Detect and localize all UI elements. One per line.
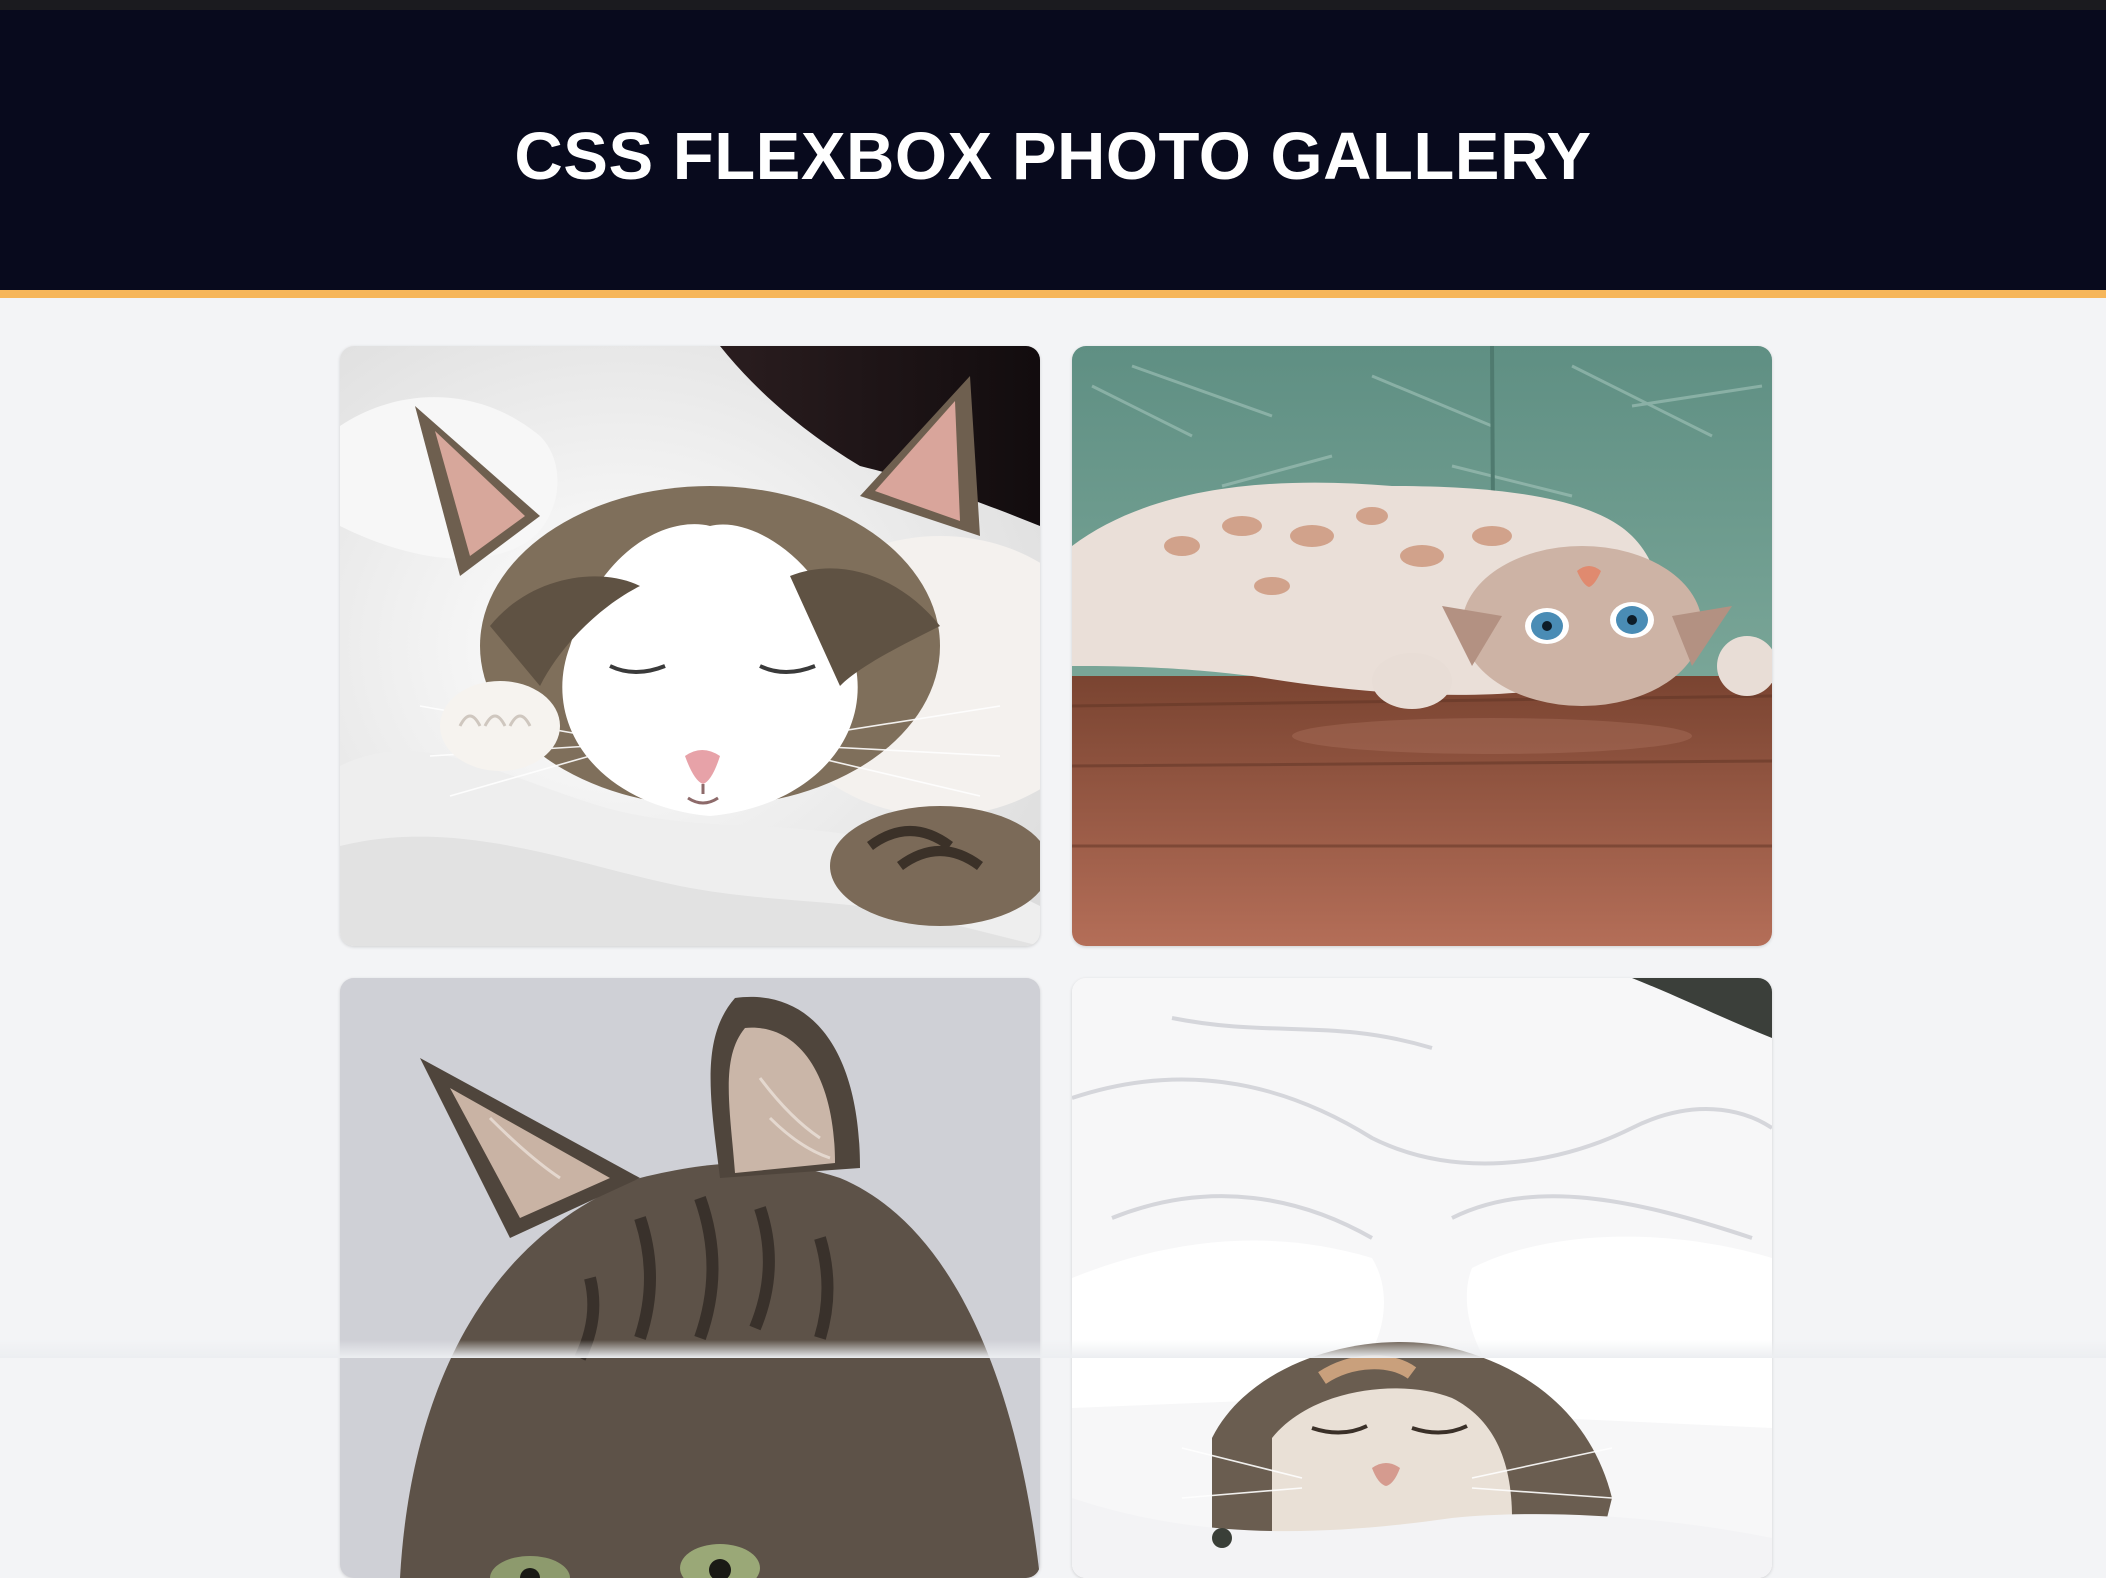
- tabby-closeup-image: [340, 978, 1040, 1578]
- cat-under-duvet-image: [1072, 978, 1772, 1578]
- gallery-photo-4[interactable]: [1072, 978, 1772, 1578]
- page-header: CSS FLEXBOX PHOTO GALLERY: [0, 10, 2106, 298]
- gallery-photo-1[interactable]: [340, 346, 1040, 946]
- window-top-edge: [0, 0, 2106, 10]
- bottom-edge-shadow: [0, 1340, 2106, 1358]
- sleeping-cat-image: [340, 346, 1040, 946]
- gallery-photo-3[interactable]: [340, 978, 1040, 1578]
- page-title: CSS FLEXBOX PHOTO GALLERY: [514, 119, 1592, 194]
- cat-on-floor-image: [1072, 346, 1772, 946]
- gallery-photo-2[interactable]: [1072, 346, 1772, 946]
- photo-gallery: [340, 346, 1772, 1578]
